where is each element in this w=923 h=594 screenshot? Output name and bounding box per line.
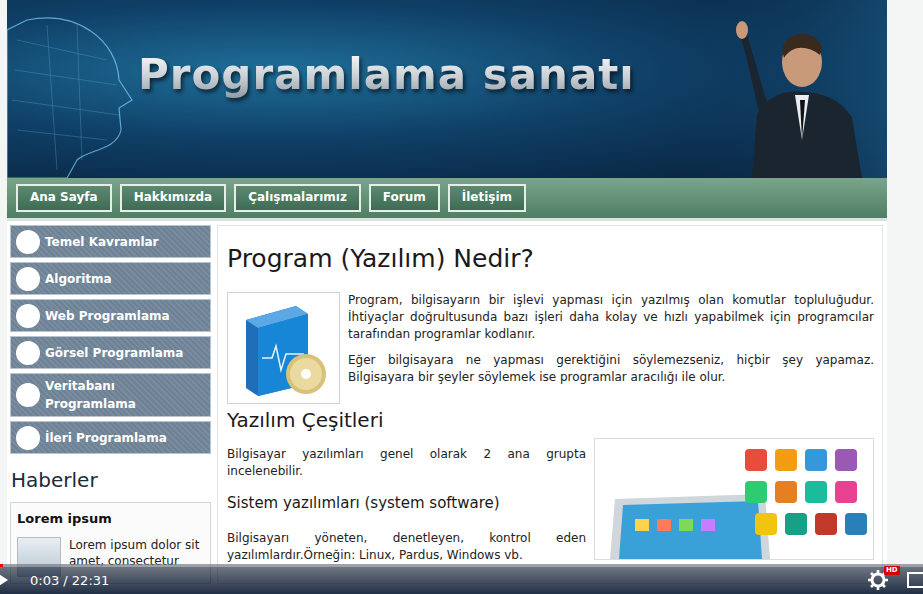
bullet-icon: [16, 230, 40, 254]
news-title[interactable]: Lorem ipsum: [17, 509, 204, 529]
main-nav: Ana Sayfa HakkımızdaÇalışmalarımız Forum İl…: [7, 178, 887, 221]
sidebar-item[interactable]: Algoritma: [10, 262, 211, 295]
sidebar-label[interactable]: Temel Kavramlar: [45, 233, 159, 251]
bullet-icon: [16, 304, 40, 328]
bullet-icon: [16, 383, 40, 407]
header-banner: Programlama sanatı: [7, 0, 887, 178]
man-photo-icon: [657, 0, 887, 178]
article-intro: Program, bilgisayarın bir işlevi yapması…: [227, 292, 874, 404]
progress-track[interactable]: [0, 564, 923, 567]
nav-button[interactable]: İletişim: [448, 184, 526, 212]
sidebar-label[interactable]: Veritabanı Programlama: [45, 377, 204, 413]
paragraph: Bilgisayarı yöneten, denetleyen, kontrol…: [227, 530, 586, 564]
section-body: Bilgisayar yazılımları genel olarak 2 an…: [227, 446, 874, 573]
sidebar-item[interactable]: İleri Programlama: [10, 421, 211, 454]
paragraph: Program, bilgisayarın bir işlevi yapması…: [348, 292, 874, 343]
paragraph: Eğer bilgisayara ne yapması gerektiğini …: [348, 352, 874, 386]
sidebar-label[interactable]: Web Programlama: [45, 307, 170, 325]
sidebar-item[interactable]: Görsel Programlama: [10, 336, 211, 369]
nav-button[interactable]: Forum: [369, 184, 440, 212]
face-outline-icon: [7, 0, 147, 178]
nav-button[interactable]: Çalışmalarımız: [234, 184, 361, 212]
video-controls: 0:03 / 22:31 HD: [0, 564, 923, 594]
article: Program (Yazılım) Nedir? Program, bilgisa…: [217, 225, 883, 584]
bullet-icon: [16, 341, 40, 365]
nav-button[interactable]: Ana Sayfa: [16, 184, 112, 212]
subsection-title: Sistem yazılımları (system software): [227, 494, 586, 512]
software-box-icon: [234, 298, 334, 398]
hd-badge: HD: [884, 566, 900, 575]
news-heading: Haberler: [11, 468, 211, 492]
sidebar-item[interactable]: Web Programlama: [10, 299, 211, 332]
section-text: Bilgisayar yazılımları genel olarak 2 an…: [227, 446, 586, 573]
section-title: Yazılım Çeşitleri: [227, 408, 874, 432]
sidebar-label[interactable]: Görsel Programlama: [45, 344, 183, 362]
paragraph: Bilgisayar yazılımları genel olarak 2 an…: [227, 446, 586, 480]
tablet-apps-icon: [595, 439, 873, 559]
sidebar-label[interactable]: Algoritma: [45, 270, 112, 288]
play-icon[interactable]: [0, 572, 10, 588]
article-title: Program (Yazılım) Nedir?: [227, 244, 874, 274]
progress-fill: [0, 564, 3, 567]
window-icon[interactable]: [907, 572, 923, 588]
software-box-picture: [227, 292, 340, 404]
site-title: Programlama sanatı: [138, 50, 635, 100]
sidebar: Temel Kavramlar Algoritma Web Programlama G…: [10, 225, 211, 584]
bullet-icon: [16, 267, 40, 291]
sidebar-label[interactable]: İleri Programlama: [45, 429, 167, 447]
nav-button[interactable]: Hakkımızda: [120, 184, 227, 212]
sidebar-item[interactable]: Temel Kavramlar: [10, 225, 211, 258]
time-display: 0:03 / 22:31: [30, 571, 109, 591]
sidebar-item[interactable]: Veritabanı Programlama: [10, 373, 211, 417]
intro-text: Program, bilgisayarın bir işlevi yapması…: [344, 292, 874, 395]
bullet-icon: [16, 426, 40, 450]
tablet-apps-picture: [594, 438, 874, 560]
